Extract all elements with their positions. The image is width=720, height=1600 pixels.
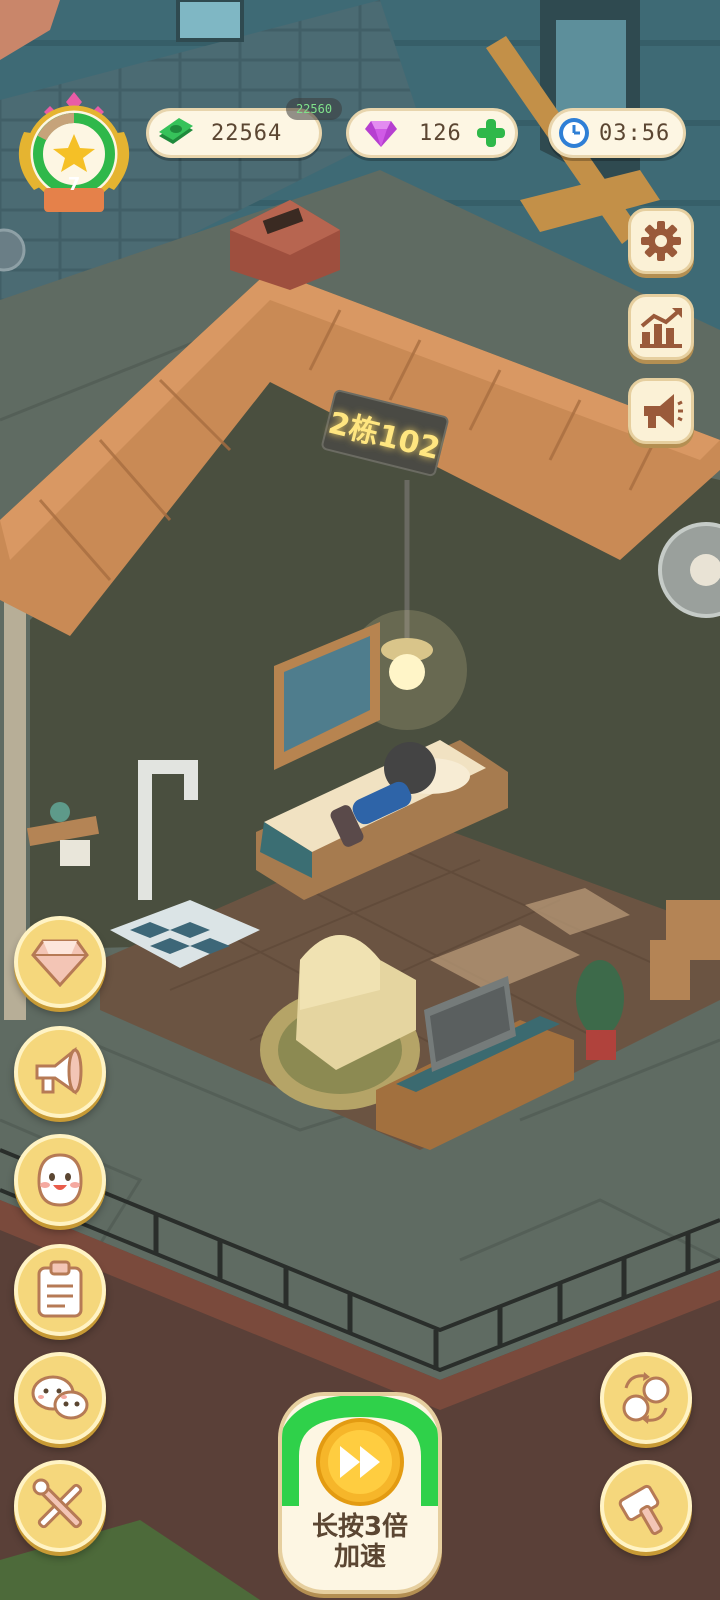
speed-progress-ring (282, 1396, 438, 1506)
plus-icon (477, 119, 505, 147)
timer-value: 03:56 (599, 120, 671, 146)
gem-icon (363, 117, 399, 149)
apples-exchange-icon (622, 1372, 670, 1424)
gem-amount: 126 (419, 120, 462, 146)
cash-amount: 22564 (211, 120, 283, 146)
gear-icon (641, 221, 681, 261)
laurel-star-icon (18, 92, 130, 212)
add-gems-button[interactable] (475, 117, 507, 149)
diamond-shop-button[interactable] (14, 916, 106, 1008)
isometric-house-scene (0, 0, 720, 1600)
hammer-icon (618, 1484, 663, 1536)
wrench-screwdriver-icon (32, 1478, 83, 1529)
diamond-icon (31, 939, 89, 987)
broadcast-button[interactable] (14, 1026, 106, 1118)
cash-change-popup: 22560 (286, 98, 342, 120)
speed-button-label-line1: 长按3倍 (311, 1512, 409, 1542)
chart-icon (640, 308, 682, 348)
megaphone-icon (35, 1046, 83, 1095)
clock-icon (557, 116, 591, 150)
gem-counter[interactable]: 126 (346, 108, 518, 158)
announcement-button[interactable] (628, 378, 694, 444)
level-number: 7 (67, 174, 81, 195)
speed-button-label-line2: 加速 (333, 1542, 386, 1572)
timer-display[interactable]: 03:56 (548, 108, 686, 158)
level-badge[interactable]: 7 (10, 92, 138, 214)
apple-exchange-button[interactable] (600, 1352, 692, 1444)
emoji-button[interactable] (14, 1134, 106, 1226)
tools-button[interactable] (14, 1460, 106, 1552)
game-scene[interactable] (0, 0, 720, 1600)
smiley-face-icon (37, 1153, 83, 1207)
clipboard-icon (37, 1260, 83, 1318)
megaphone-icon (644, 394, 683, 428)
stats-button[interactable] (628, 294, 694, 360)
chat-button[interactable] (14, 1352, 106, 1444)
speed-up-button[interactable]: 长按3倍 加速 (278, 1392, 442, 1594)
settings-button[interactable] (628, 208, 694, 274)
hammer-button[interactable] (600, 1460, 692, 1552)
chat-bubbles-icon (31, 1375, 89, 1420)
tasks-button[interactable] (14, 1244, 106, 1336)
cash-icon (155, 118, 197, 148)
